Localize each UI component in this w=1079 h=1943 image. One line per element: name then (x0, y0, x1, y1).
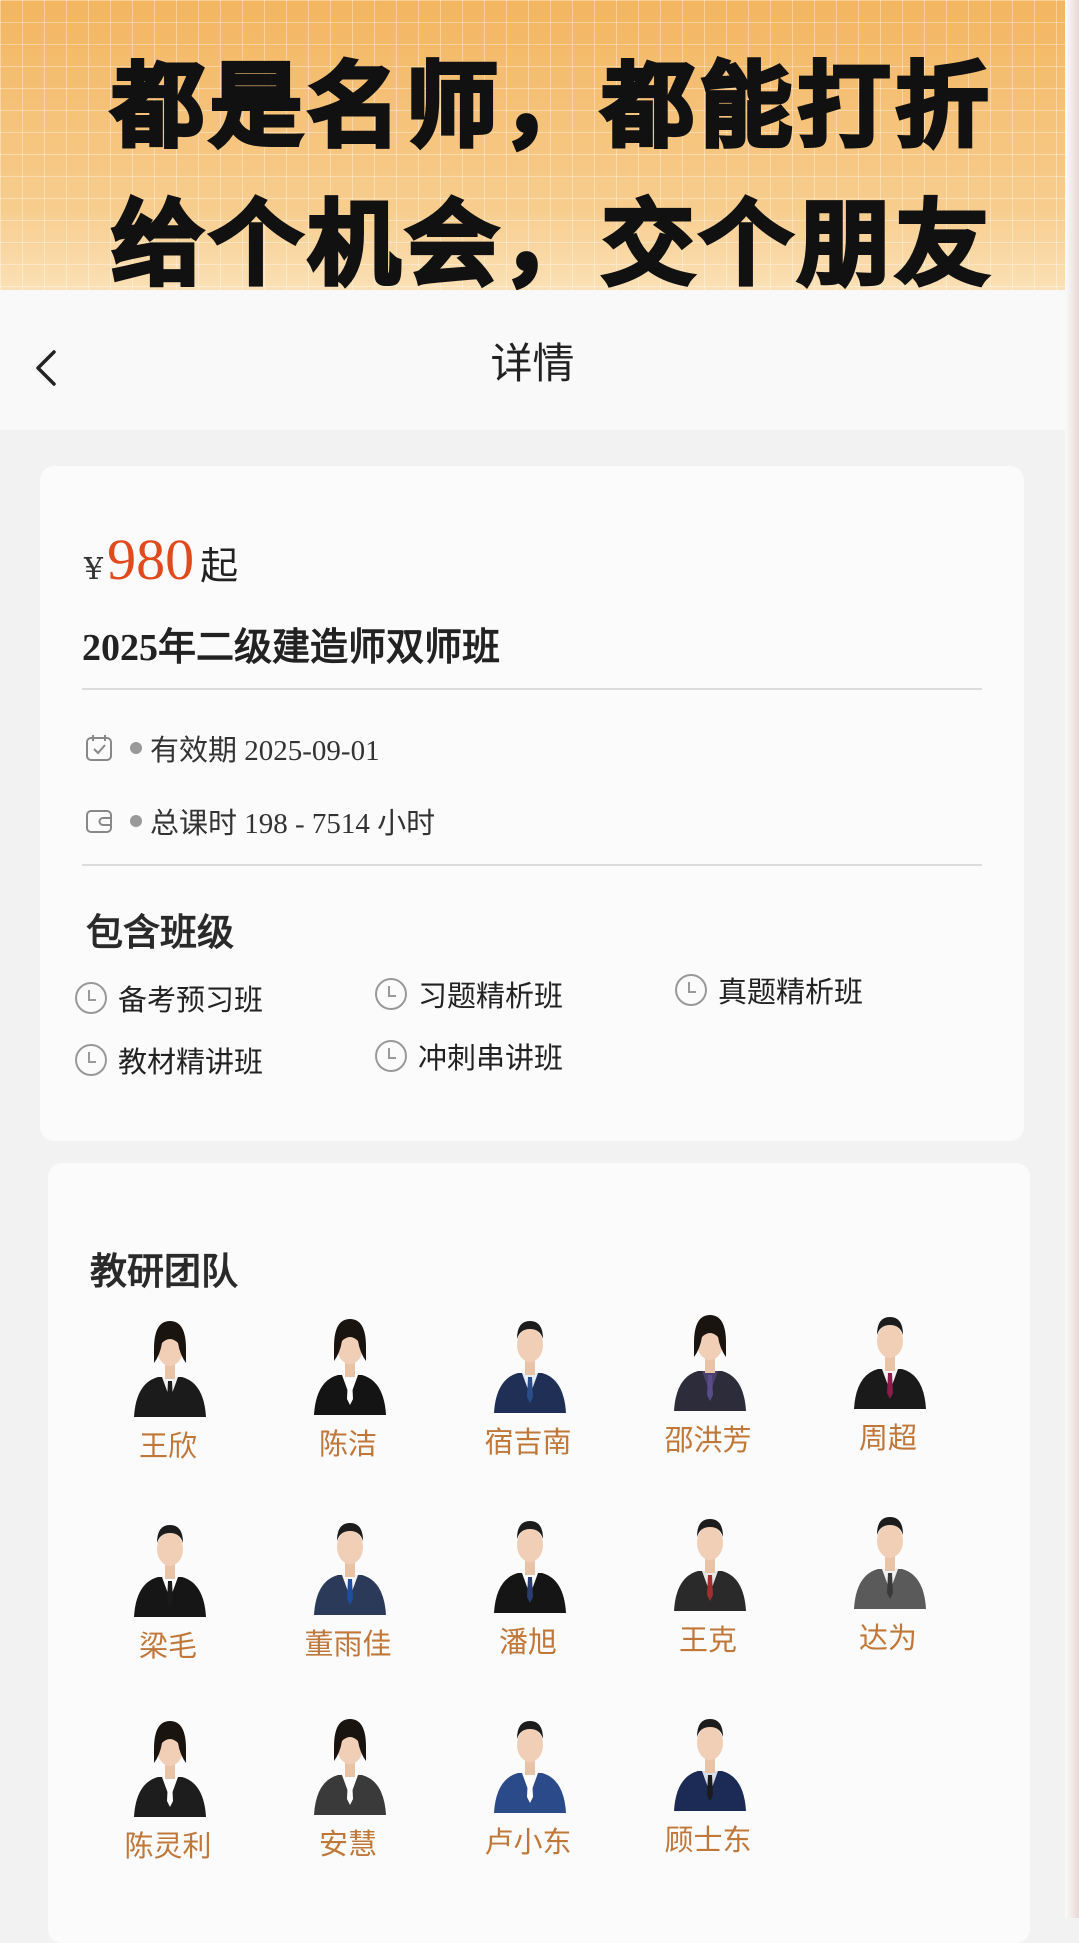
class-label: 冲刺串讲班 (418, 1041, 564, 1075)
hours-text: 总课时 198 - 7514 小时 (150, 808, 436, 840)
calendar-check-icon (86, 735, 112, 761)
teacher-name: 达为 (858, 1621, 917, 1655)
currency-symbol: ¥ (84, 552, 104, 587)
teacher-grid: 王欣 陈洁 宿吉南 邵洪芳 周超梁毛 董雨佳 潘旭 王克 达为陈灵利 安慧 卢小东 顾士东 (78, 1313, 1008, 1913)
teacher-name: 周超 (858, 1421, 917, 1455)
course-title: 2025年二级建造师双师班 (82, 627, 501, 669)
teacher-avatar (674, 1719, 746, 1811)
teacher-avatar (494, 1321, 566, 1413)
banner-slogan-line2: 给个机会，交个朋友 (110, 189, 995, 300)
teacher-card[interactable]: 卢小东 (438, 1709, 618, 1879)
teacher-card[interactable]: 王克 (618, 1507, 798, 1677)
page-edge (1065, 0, 1079, 1918)
teacher-avatar (314, 1523, 386, 1615)
teacher-card[interactable]: 顾士东 (618, 1707, 798, 1877)
teacher-name: 陈灵利 (124, 1829, 212, 1863)
teacher-avatar (854, 1317, 926, 1409)
teacher-name: 卢小东 (484, 1825, 572, 1859)
teacher-avatar (134, 1321, 206, 1417)
teacher-avatar (314, 1319, 386, 1415)
clock-icon (75, 1044, 107, 1076)
teacher-name: 陈洁 (318, 1427, 377, 1461)
price: ¥980 起 (84, 526, 238, 593)
clock-icon (75, 982, 107, 1014)
class-item[interactable]: 教材精讲班 (74, 1038, 263, 1082)
teacher-card[interactable]: 董雨佳 (258, 1511, 438, 1681)
course-info-card: ¥980 起 2025年二级建造师双师班 有效期 2025-09-01 总课时 1… (40, 466, 1024, 1141)
teaching-team-title: 教研团队 (90, 1250, 238, 1293)
bullet-dot (130, 815, 142, 827)
promo-banner: 都是名师，都能打折 给个机会，交个朋友 (0, 0, 1079, 300)
teaching-team-card: 教研团队 王欣 陈洁 宿吉南 邵洪芳 周超梁毛 董雨佳 潘旭 王克 达为陈灵利 安慧 卢小东 顾士东 (48, 1163, 1030, 1943)
validity-text: 有效期 2025-09-01 (150, 735, 380, 767)
class-label: 习题精析班 (418, 979, 564, 1013)
teacher-avatar (134, 1721, 206, 1817)
teacher-avatar (674, 1519, 746, 1611)
price-suffix: 起 (200, 546, 239, 588)
teacher-name: 王欣 (138, 1429, 197, 1463)
wallet-icon (86, 810, 112, 833)
price-value: 980 (107, 527, 195, 592)
nav-bar: 详情 (0, 290, 1065, 430)
teacher-name: 王克 (678, 1623, 737, 1657)
teacher-name: 宿吉南 (484, 1425, 572, 1459)
clock-icon (375, 1040, 407, 1072)
teacher-card[interactable]: 陈洁 (258, 1311, 438, 1481)
teacher-card[interactable]: 达为 (798, 1505, 978, 1675)
teacher-card[interactable]: 陈灵利 (78, 1713, 258, 1883)
class-label: 教材精讲班 (118, 1045, 264, 1079)
divider (82, 864, 982, 866)
teacher-card[interactable]: 王欣 (78, 1313, 258, 1483)
teacher-name: 安慧 (318, 1827, 377, 1861)
hours-row: 总课时 198 - 7514 小时 (84, 801, 435, 841)
class-label: 真题精析班 (718, 975, 864, 1009)
bullet-dot (130, 742, 142, 754)
teacher-avatar (314, 1719, 386, 1815)
banner-slogan-line1: 都是名师，都能打折 (110, 51, 995, 162)
teacher-card[interactable]: 邵洪芳 (618, 1307, 798, 1477)
teacher-name: 梁毛 (138, 1629, 197, 1663)
clock-icon (375, 978, 407, 1010)
teacher-card[interactable]: 潘旭 (438, 1509, 618, 1679)
teacher-name: 潘旭 (498, 1625, 557, 1659)
teacher-card[interactable]: 周超 (798, 1305, 978, 1475)
included-classes-title: 包含班级 (86, 911, 234, 954)
divider (82, 688, 982, 690)
validity-row: 有效期 2025-09-01 (84, 728, 380, 768)
class-item[interactable]: 真题精析班 (674, 968, 863, 1012)
clock-icon (675, 974, 707, 1006)
teacher-name: 顾士东 (664, 1823, 752, 1857)
class-item[interactable]: 备考预习班 (74, 976, 263, 1020)
teacher-avatar (134, 1525, 206, 1617)
teacher-card[interactable]: 梁毛 (78, 1513, 258, 1683)
teacher-name: 邵洪芳 (664, 1423, 752, 1457)
class-item[interactable]: 冲刺串讲班 (374, 1034, 563, 1078)
teacher-avatar (494, 1521, 566, 1613)
teacher-avatar (854, 1517, 926, 1609)
teacher-avatar (494, 1721, 566, 1813)
class-item[interactable]: 习题精析班 (374, 972, 563, 1016)
teacher-card[interactable]: 宿吉南 (438, 1309, 618, 1479)
class-label: 备考预习班 (118, 983, 264, 1017)
teacher-avatar (674, 1315, 746, 1411)
page-title: 详情 (490, 339, 575, 388)
teacher-name: 董雨佳 (304, 1627, 392, 1661)
teacher-card[interactable]: 安慧 (258, 1711, 438, 1881)
